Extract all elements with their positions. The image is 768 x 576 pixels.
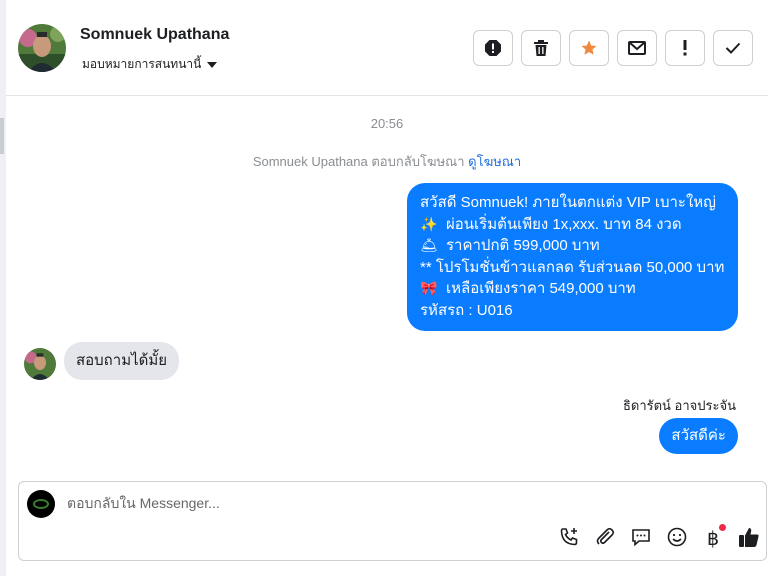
like-button[interactable] xyxy=(738,526,760,553)
bell-icon: 🛎 xyxy=(420,237,438,253)
message-timestamp: 20:56 xyxy=(370,116,404,131)
emoji-button[interactable] xyxy=(666,527,688,552)
star-icon xyxy=(580,39,598,57)
mark-done-button[interactable] xyxy=(713,30,753,66)
message-line-text: ผ่อนเริ่มต้นเพียง 1x,xxx. บาท 84 งวด xyxy=(446,215,682,233)
delete-button[interactable] xyxy=(521,30,561,66)
message-line: 🛎 ราคาปกติ 599,000 บาท xyxy=(420,235,726,257)
star-button[interactable] xyxy=(569,30,609,66)
view-ad-link[interactable]: ดูโฆษณา xyxy=(468,154,521,169)
message-composer: ฿ xyxy=(18,481,767,561)
header-actions xyxy=(473,30,753,66)
conversation-header: Somnuek Upathana มอบหมายการสนทนานี้ xyxy=(6,0,768,96)
message-line: สวัสดี Somnuek! ภายในตกแต่ง VIP เบาะใหญ่ xyxy=(420,194,716,211)
assign-label: มอบหมายการสนทนานี้ xyxy=(82,57,202,71)
outgoing-ad-message[interactable]: สวัสดี Somnuek! ภายในตกแต่ง VIP เบาะใหญ่… xyxy=(407,183,738,331)
thumbs-up-icon xyxy=(738,526,760,553)
smiley-icon xyxy=(667,527,687,552)
page-avatar xyxy=(27,490,55,518)
ad-reply-note: Somnuek Upathana ตอบกลับโฆษณา ดูโฆษณา xyxy=(6,151,768,172)
assign-conversation-dropdown[interactable]: มอบหมายการสนทนานี้ xyxy=(82,55,218,74)
message-thread: 20:56 Somnuek Upathana ตอบกลับโฆษณา ดูโฆ… xyxy=(6,96,768,480)
message-line-text: เหลือเพียงราคา 549,000 บาท xyxy=(446,280,636,297)
mark-unread-button[interactable] xyxy=(617,30,657,66)
ribbon-icon: 🎀 xyxy=(420,280,438,296)
chat-bubble-icon xyxy=(631,527,651,552)
contact-name: Somnuek Upathana xyxy=(80,26,230,43)
exclamation-icon xyxy=(682,40,688,56)
outgoing-reply-message[interactable]: สวัสดีค่ะ xyxy=(659,418,738,454)
caret-down-icon xyxy=(207,61,218,68)
saved-replies-button[interactable] xyxy=(630,528,652,550)
contact-avatar-small[interactable] xyxy=(24,348,56,380)
trash-icon xyxy=(533,39,549,57)
call-button[interactable] xyxy=(558,527,580,552)
message-line: รหัสรถ : U016 xyxy=(420,301,513,319)
message-line: ✨ ผ่อนเริ่มต้นเพียง 1x,xxx. บาท 84 งวด xyxy=(420,214,726,236)
checkmark-icon xyxy=(725,42,741,54)
sparkles-icon: ✨ xyxy=(420,215,438,232)
notification-dot xyxy=(719,524,726,531)
avatar[interactable] xyxy=(18,24,66,72)
ad-reply-text: Somnuek Upathana ตอบกลับโฆษณา xyxy=(252,154,465,169)
page-logo-icon xyxy=(33,499,49,509)
scroll-marker xyxy=(0,118,4,154)
message-line: 🎀 เหลือเพียงราคา 549,000 บาท xyxy=(420,278,726,300)
sender-name: ธิดารัตน์ อาจประจัน xyxy=(622,398,736,413)
report-spam-icon xyxy=(484,39,502,57)
report-spam-button[interactable] xyxy=(473,30,513,66)
attach-button[interactable] xyxy=(594,527,616,552)
envelope-icon xyxy=(628,41,646,55)
payment-button[interactable]: ฿ xyxy=(702,524,726,550)
phone-add-icon xyxy=(559,527,579,552)
follow-up-button[interactable] xyxy=(665,30,705,66)
message-line-text: ราคาปกติ 599,000 บาท xyxy=(446,237,600,254)
composer-tools: ฿ xyxy=(558,524,760,553)
incoming-message[interactable]: สอบถามได้มั้ย xyxy=(64,342,180,380)
paperclip-icon xyxy=(595,527,615,552)
message-line: ** โปรโมชั่นข้าวแลกลด รับส่วนลด 50,000 บ… xyxy=(420,258,725,276)
reply-input[interactable] xyxy=(67,495,667,511)
baht-icon: ฿ xyxy=(706,528,720,550)
